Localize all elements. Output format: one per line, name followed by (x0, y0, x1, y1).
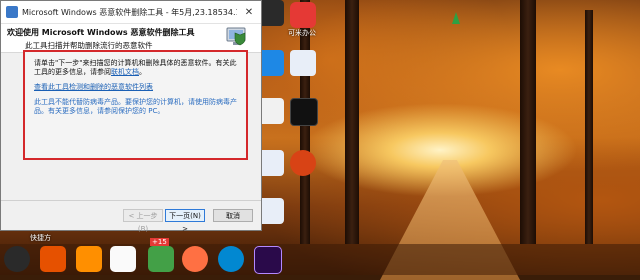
eye-app-icon[interactable] (4, 246, 30, 272)
next-button[interactable]: 下一页(N) > (165, 209, 205, 233)
online-docs-link[interactable]: 联机文档 (111, 68, 139, 76)
app-icon (6, 6, 18, 18)
highlighted-content-area: 请单击"下一步"来扫描您的计算机和删除具体的恶意软件。有关此工具的更多信息，请参… (23, 50, 248, 160)
h-app-icon[interactable] (40, 246, 66, 272)
browser-icon[interactable] (290, 150, 316, 176)
game-app-icon[interactable] (148, 246, 174, 272)
close-icon[interactable]: ✕ (237, 1, 261, 23)
header-title: 欢迎使用 Microsoft Windows 恶意软件删除工具 (7, 28, 195, 37)
intro-paragraph: 请单击"下一步"来扫描您的计算机和删除具体的恶意软件。有关此工具的更多信息，请参… (34, 59, 237, 76)
update-badge: +15 (150, 238, 169, 246)
computer-shield-icon (226, 27, 246, 46)
edge-browser-icon[interactable] (218, 246, 244, 272)
tree-trunk (345, 0, 359, 244)
back-button[interactable]: < 上一步(B) (123, 209, 163, 233)
antivirus-note: 此工具不能代替防病毒产品。要保护您的计算机，请使用防病毒产品。有关更多信息，请参… (34, 98, 237, 115)
flame-app-icon[interactable] (76, 246, 102, 272)
malware-list-link[interactable]: 查看此工具检测和删除的恶意软件列表 (34, 82, 240, 92)
colorful-app-icon[interactable] (110, 246, 136, 272)
tree-trunk (520, 0, 536, 244)
orange-app-icon[interactable] (182, 246, 208, 272)
taskbar-label: 快捷方 (30, 234, 51, 242)
malware-removal-dialog: Microsoft Windows 恶意软件删除工具 - 年5月,23.1853… (0, 0, 262, 233)
separator (1, 200, 261, 201)
premiere-app-icon[interactable] (254, 246, 282, 274)
office-app-icon[interactable] (290, 2, 316, 28)
title-bar[interactable]: Microsoft Windows 恶意软件删除工具 - 年5月,23.1853… (1, 1, 261, 24)
camera-app-icon[interactable] (290, 98, 318, 126)
tree-trunk (585, 10, 593, 244)
word-document-icon[interactable] (290, 50, 316, 76)
dialog-header: 欢迎使用 Microsoft Windows 恶意软件删除工具 此工具扫描并帮助… (1, 24, 261, 53)
cancel-button[interactable]: 取消 (213, 209, 253, 222)
window-title: Microsoft Windows 恶意软件删除工具 - 年5月,23.1853… (22, 7, 237, 17)
desktop-icon-label: 可米办公 (288, 29, 316, 37)
